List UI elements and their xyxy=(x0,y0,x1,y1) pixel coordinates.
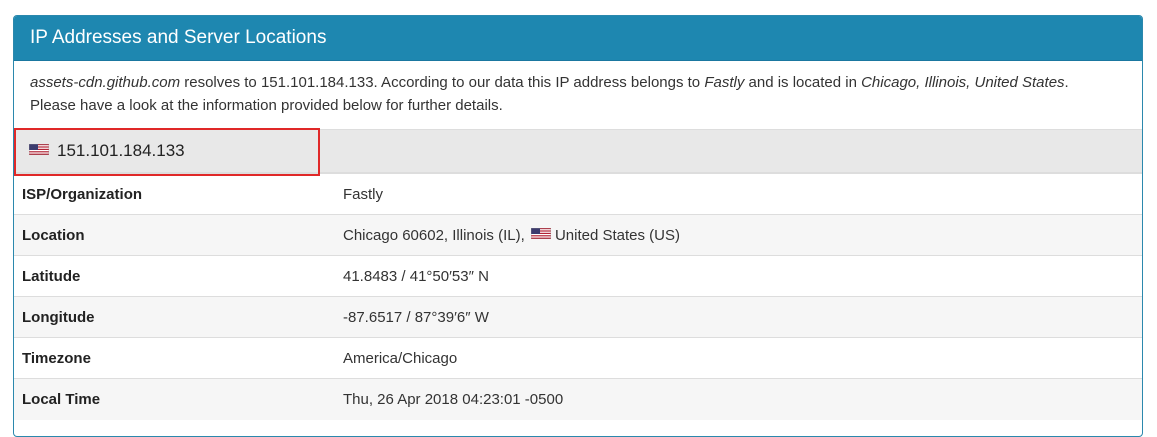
hostname: assets-cdn.github.com xyxy=(30,74,181,91)
table-row: Latitude 41.8483 / 41°50′53″ N xyxy=(14,255,1142,297)
row-label-location: Location xyxy=(14,214,335,256)
table-row: Longitude -87.6517 / 87°39′6″ W xyxy=(14,296,1142,338)
location-city: Chicago 60602, Illinois (IL), xyxy=(343,226,525,244)
ip-locations-panel: IP Addresses and Server Locations assets… xyxy=(13,15,1143,437)
intro-text-3: . xyxy=(1064,74,1069,91)
table-row: Location Chicago 60602, Illinois (IL), U… xyxy=(14,214,1142,256)
table-row: Timezone America/Chicago xyxy=(14,337,1142,379)
intro-text-1: resolves to 151.101.184.133. According t… xyxy=(180,74,705,91)
row-value-latitude: 41.8483 / 41°50′53″ N xyxy=(335,255,1142,297)
us-flag-icon xyxy=(530,228,551,240)
panel-title: IP Addresses and Server Locations xyxy=(14,16,1142,61)
us-flag-icon xyxy=(29,144,49,156)
row-label-latitude: Latitude xyxy=(14,255,335,297)
row-value-longitude: -87.6517 / 87°39′6″ W xyxy=(335,296,1142,338)
row-value-isp: Fastly xyxy=(335,173,1142,215)
org-name: Fastly xyxy=(704,74,745,91)
ip-info-table: ISP/Organization Fastly Location Chicago… xyxy=(14,173,1142,420)
row-label-timezone: Timezone xyxy=(14,337,335,379)
row-value-local-time: Thu, 26 Apr 2018 04:23:01 -0500 xyxy=(335,378,1142,420)
ip-header-row: 151.101.184.133 xyxy=(14,128,1142,176)
intro-line-2: Please have a look at the information pr… xyxy=(30,97,503,114)
intro-text-2: and is located in xyxy=(744,74,862,91)
row-label-longitude: Longitude xyxy=(14,296,335,338)
table-row: ISP/Organization Fastly xyxy=(14,173,1142,215)
row-label-local-time: Local Time xyxy=(14,378,335,420)
ip-address: 151.101.184.133 xyxy=(57,141,185,160)
table-row: Local Time Thu, 26 Apr 2018 04:23:01 -05… xyxy=(14,378,1142,420)
row-value-location: Chicago 60602, Illinois (IL), United Sta… xyxy=(335,214,1142,256)
location-country: United States (US) xyxy=(554,226,680,244)
row-label-isp: ISP/Organization xyxy=(14,173,335,215)
row-value-timezone: America/Chicago xyxy=(335,337,1142,379)
location-name: Chicago, Illinois, United States xyxy=(861,74,1065,91)
ip-address-header: 151.101.184.133 xyxy=(29,130,185,172)
intro-text: assets-cdn.github.com resolves to 151.10… xyxy=(14,61,1142,129)
